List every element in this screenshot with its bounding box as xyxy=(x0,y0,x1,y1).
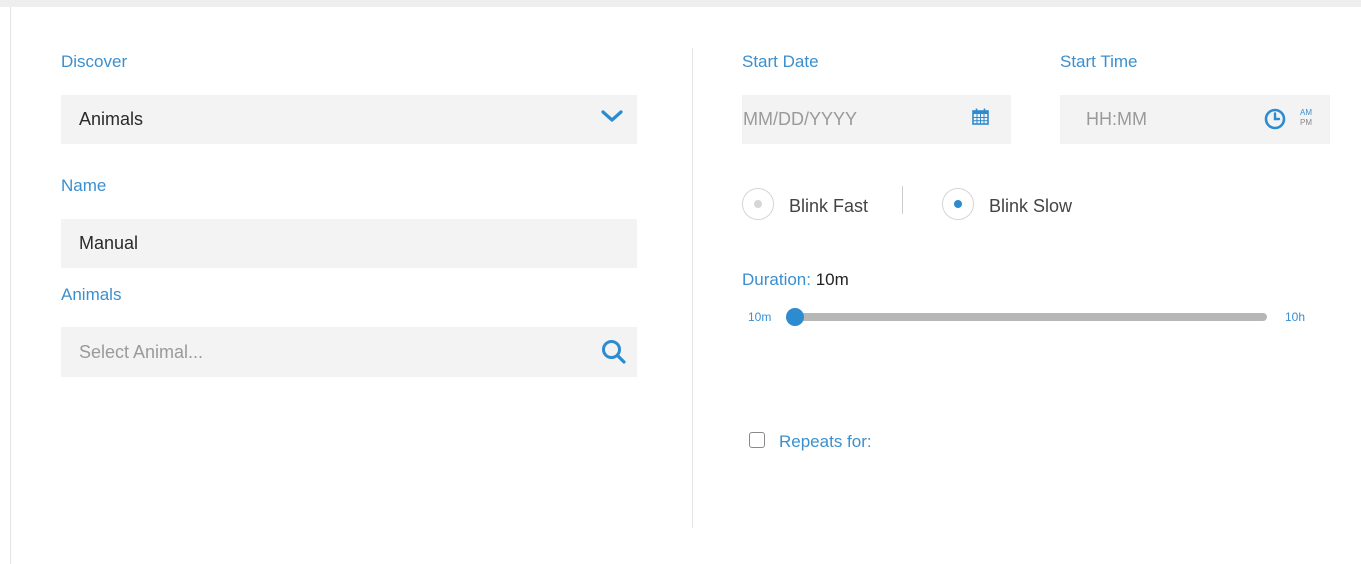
blink-slow-radio-dot xyxy=(954,200,962,208)
animals-search-field[interactable]: Select Animal... xyxy=(61,327,637,377)
start-date-field[interactable]: MM/DD/YYYY xyxy=(742,95,1011,144)
pm-label: PM xyxy=(1300,118,1312,127)
blink-fast-label[interactable]: Blink Fast xyxy=(789,196,868,217)
column-divider xyxy=(692,48,693,528)
duration-slider-handle[interactable] xyxy=(786,308,804,326)
duration-slider-track[interactable] xyxy=(795,313,1267,321)
start-date-label: Start Date xyxy=(742,52,819,71)
search-icon[interactable] xyxy=(600,338,628,371)
discover-selected-value: Animals xyxy=(79,109,144,129)
radio-separator xyxy=(902,186,903,214)
name-field[interactable]: Manual xyxy=(61,219,637,268)
animals-search-placeholder: Select Animal... xyxy=(79,341,204,362)
discover-label: Discover xyxy=(61,52,128,71)
chevron-down-icon xyxy=(601,109,623,128)
discover-select[interactable]: Animals xyxy=(61,95,637,144)
duration-min-label: 10m xyxy=(748,310,772,324)
clock-icon[interactable] xyxy=(1264,108,1286,135)
repeats-label[interactable]: Repeats for: xyxy=(779,432,872,452)
duration-label-text: Duration: xyxy=(742,270,811,289)
repeats-checkbox[interactable] xyxy=(749,432,765,448)
blink-slow-radio[interactable] xyxy=(942,188,974,220)
am-pm-indicator[interactable]: AM PM xyxy=(1300,108,1312,128)
name-value: Manual xyxy=(79,233,139,253)
blink-fast-radio[interactable] xyxy=(742,188,774,220)
start-time-label: Start Time xyxy=(1060,52,1138,71)
name-label: Name xyxy=(61,176,107,195)
start-time-placeholder: HH:MM xyxy=(1086,109,1147,129)
duration-label: Duration: 10m xyxy=(742,270,849,290)
panel-left-border xyxy=(10,7,11,564)
top-strip xyxy=(0,0,1361,7)
duration-value: 10m xyxy=(815,270,849,289)
blink-slow-label[interactable]: Blink Slow xyxy=(989,196,1072,217)
animals-label: Animals xyxy=(61,285,122,304)
calendar-icon[interactable] xyxy=(972,108,989,130)
start-date-placeholder: MM/DD/YYYY xyxy=(743,109,858,129)
blink-fast-radio-dot xyxy=(754,200,762,208)
start-time-field[interactable]: HH:MM AM PM xyxy=(1060,95,1330,144)
am-label: AM xyxy=(1300,108,1312,117)
duration-max-label: 10h xyxy=(1285,310,1306,324)
